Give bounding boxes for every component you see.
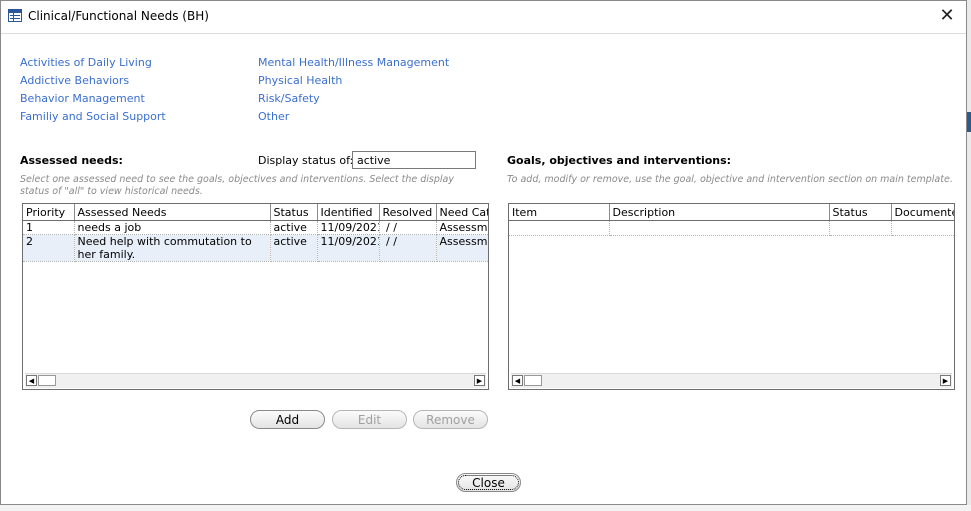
scroll-right-arrow-icon[interactable]: ▶: [940, 375, 951, 386]
cell-identified: 11/09/2021: [317, 220, 380, 235]
link-behavior-management[interactable]: Behavior Management: [20, 92, 145, 105]
column-header-description[interactable]: Description: [609, 204, 830, 221]
column-header-identified[interactable]: Identified: [317, 204, 380, 221]
add-button[interactable]: Add: [250, 410, 325, 429]
cell-resolved: / /: [379, 234, 437, 262]
display-status-label: Display status of:: [258, 154, 354, 167]
background-window-edge: [967, 0, 971, 511]
table-icon: [8, 9, 22, 22]
cell-need: Need help with commutation to her family…: [74, 234, 271, 262]
title-bar: Clinical/Functional Needs (BH) ✕: [1, 1, 966, 34]
assessed-needs-label: Assessed needs:: [20, 154, 123, 167]
link-mental-health[interactable]: Mental Health/Illness Management: [258, 56, 449, 69]
cell-category: Assessment: [436, 220, 488, 235]
display-status-input[interactable]: [352, 151, 476, 169]
cell-identified: 11/09/2021: [317, 234, 380, 262]
window-title: Clinical/Functional Needs (BH): [28, 9, 209, 23]
cell-status: active: [270, 220, 318, 235]
clinical-needs-dialog: Clinical/Functional Needs (BH) ✕ Activit…: [0, 0, 967, 505]
remove-button[interactable]: Remove: [413, 410, 488, 429]
cell-status: [829, 220, 892, 236]
assessed-needs-grid[interactable]: Priority Assessed Needs Status Identifie…: [22, 203, 489, 390]
close-button[interactable]: Close: [456, 473, 521, 492]
table-row[interactable]: 1 needs a job active 11/09/2021 / / Asse…: [23, 220, 488, 235]
link-risk-safety[interactable]: Risk/Safety: [258, 92, 320, 105]
table-row[interactable]: [509, 220, 954, 236]
link-addictive-behaviors[interactable]: Addictive Behaviors: [20, 74, 129, 87]
column-header-priority[interactable]: Priority: [23, 204, 75, 221]
cell-item: [509, 220, 610, 236]
edit-button[interactable]: Edit: [332, 410, 407, 429]
horizontal-scrollbar[interactable]: ◀ ▶: [25, 373, 486, 388]
column-header-assessed-needs[interactable]: Assessed Needs: [74, 204, 271, 221]
horizontal-scrollbar[interactable]: ◀ ▶: [511, 373, 952, 388]
column-header-resolved[interactable]: Resolved: [379, 204, 437, 221]
column-header-documented[interactable]: Documented: [891, 204, 954, 221]
goals-help: To add, modify or remove, use the goal, …: [507, 174, 953, 185]
scrollbar-thumb[interactable]: [38, 375, 56, 386]
link-other[interactable]: Other: [258, 110, 289, 123]
cell-priority: 1: [23, 220, 75, 235]
table-row[interactable]: 2 Need help with commutation to her fami…: [23, 234, 488, 262]
column-header-item[interactable]: Item: [509, 204, 610, 221]
cell-resolved: / /: [379, 220, 437, 235]
goals-label: Goals, objectives and interventions:: [507, 154, 732, 167]
cell-priority: 2: [23, 234, 75, 262]
assessed-needs-help: Select one assessed need to see the goal…: [20, 174, 454, 197]
scroll-left-arrow-icon[interactable]: ◀: [26, 375, 37, 386]
close-icon[interactable]: ✕: [936, 5, 958, 27]
cell-need: needs a job: [74, 220, 271, 235]
cell-status: active: [270, 234, 318, 262]
column-header-status[interactable]: Status: [270, 204, 318, 221]
column-header-need-category[interactable]: Need Category: [436, 204, 488, 221]
cell-documented: [891, 220, 954, 236]
cell-description: [609, 220, 830, 236]
scrollbar-thumb[interactable]: [524, 375, 542, 386]
background-window-accent: [967, 112, 971, 132]
background-strip: [0, 505, 971, 511]
cell-category: Assessment: [436, 234, 488, 262]
column-header-status[interactable]: Status: [829, 204, 892, 221]
link-physical-health[interactable]: Physical Health: [258, 74, 342, 87]
goals-grid[interactable]: Item Description Status Documented ◀ ▶: [508, 203, 955, 390]
scroll-left-arrow-icon[interactable]: ◀: [512, 375, 523, 386]
scroll-right-arrow-icon[interactable]: ▶: [474, 375, 485, 386]
link-activities-of-daily-living[interactable]: Activities of Daily Living: [20, 56, 152, 69]
link-family-social-support[interactable]: Familiy and Social Support: [20, 110, 166, 123]
